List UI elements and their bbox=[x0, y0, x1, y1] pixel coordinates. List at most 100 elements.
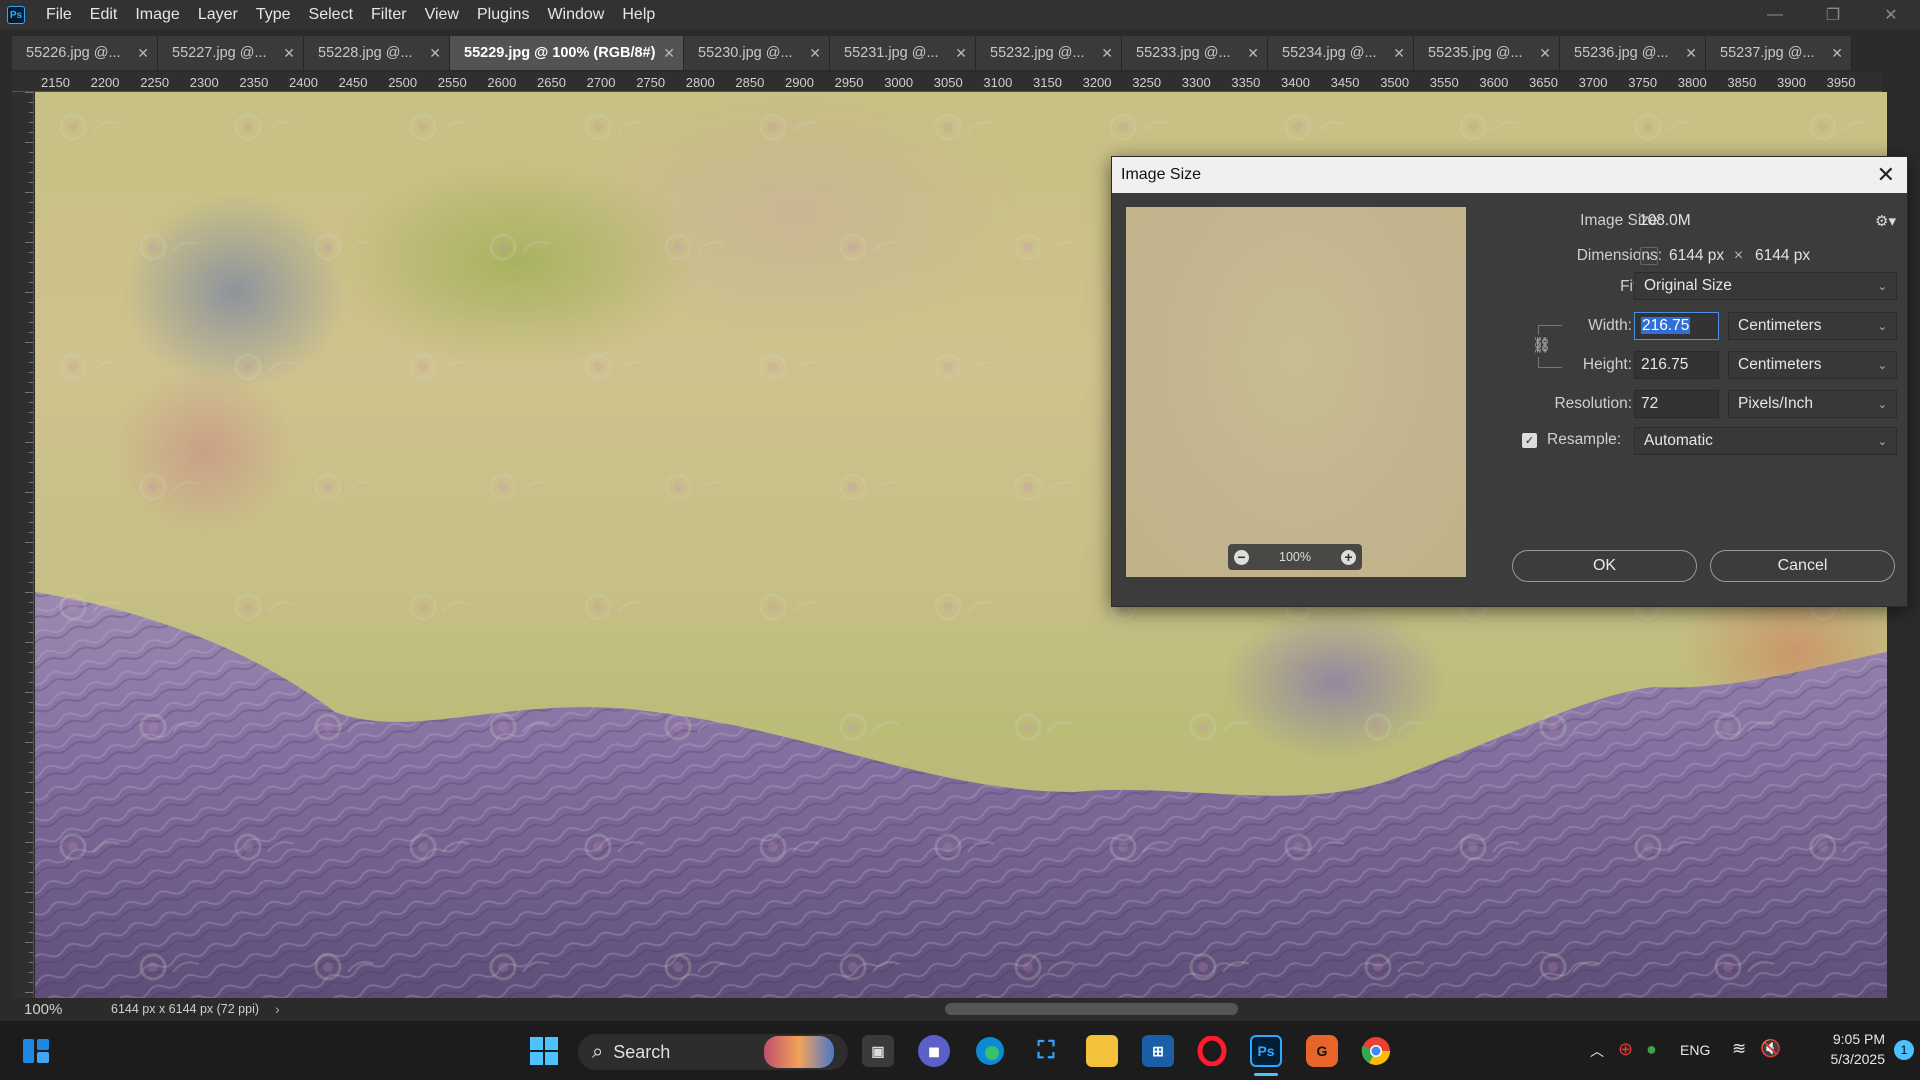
ruler-tick-mark bbox=[29, 322, 33, 323]
document-tab[interactable]: 55227.jpg @... ✕ bbox=[158, 36, 304, 70]
ruler-tick-mark bbox=[29, 972, 33, 973]
ruler-tick-mark bbox=[29, 112, 33, 113]
watermark-icon bbox=[660, 462, 730, 512]
snipping-tool-icon[interactable]: ⛶ bbox=[1030, 1035, 1062, 1067]
menu-help[interactable]: Help bbox=[613, 0, 664, 30]
tab-close-icon[interactable]: ✕ bbox=[1685, 45, 1697, 62]
height-field[interactable]: 216.75 bbox=[1634, 351, 1719, 379]
document-tab[interactable]: 55233.jpg @... ✕ bbox=[1122, 36, 1268, 70]
widgets-icon[interactable] bbox=[20, 1035, 52, 1067]
document-tab[interactable]: 55237.jpg @... ✕ bbox=[1706, 36, 1852, 70]
fit-to-dropdown[interactable]: Original Size ⌄ bbox=[1634, 272, 1897, 300]
start-icon[interactable] bbox=[528, 1035, 560, 1067]
opera-icon[interactable] bbox=[1196, 1035, 1228, 1067]
resample-dropdown[interactable]: Automatic ⌄ bbox=[1634, 427, 1897, 455]
dialog-titlebar[interactable]: Image Size ✕ bbox=[1112, 157, 1907, 193]
menu-type[interactable]: Type bbox=[247, 0, 300, 30]
width-field[interactable]: 216.75 bbox=[1634, 312, 1719, 340]
document-tab-active[interactable]: 55229.jpg @ 100% (RGB/8#) ✕ bbox=[450, 36, 684, 70]
menu-view[interactable]: View bbox=[416, 0, 468, 30]
ruler-tick-mark bbox=[29, 902, 33, 903]
notification-badge[interactable]: 1 bbox=[1894, 1040, 1914, 1060]
horizontal-scroll-thumb[interactable] bbox=[945, 1003, 1238, 1015]
ruler-tick-mark bbox=[29, 252, 33, 253]
close-window-icon[interactable]: ✕ bbox=[1862, 0, 1920, 30]
ruler-tick-mark bbox=[29, 402, 33, 403]
clock-time[interactable]: 9:05 PM bbox=[1805, 1031, 1885, 1047]
document-tab[interactable]: 55235.jpg @... ✕ bbox=[1414, 36, 1560, 70]
edge-icon[interactable] bbox=[974, 1035, 1006, 1067]
document-tab[interactable]: 55232.jpg @... ✕ bbox=[976, 36, 1122, 70]
resolution-field[interactable]: 72 bbox=[1634, 390, 1719, 418]
horizontal-ruler[interactable]: 2150 2200 2250 2300 2350 2400 2450 2500 2550 2600… bbox=[12, 72, 1882, 92]
tab-close-icon[interactable]: ✕ bbox=[429, 45, 441, 62]
document-tab[interactable]: 55226.jpg @... ✕ bbox=[12, 36, 158, 70]
search-label: Search bbox=[613, 1041, 671, 1062]
link-icon[interactable]: ⛓ bbox=[1532, 335, 1551, 357]
menu-layer[interactable]: Layer bbox=[189, 0, 247, 30]
zoom-out-icon[interactable]: − bbox=[1234, 549, 1249, 565]
task-view-icon[interactable]: ▣ bbox=[862, 1035, 894, 1067]
language-indicator[interactable]: ENG bbox=[1680, 1042, 1710, 1058]
zoom-in-icon[interactable]: + bbox=[1340, 549, 1356, 565]
menu-image[interactable]: Image bbox=[126, 0, 188, 30]
menu-window[interactable]: Window bbox=[538, 0, 613, 30]
image-preview[interactable]: − 100% + bbox=[1126, 207, 1466, 577]
volume-muted-icon[interactable]: 🔇 bbox=[1760, 1039, 1781, 1059]
teams-chat-icon[interactable]: ◼ bbox=[918, 1035, 950, 1067]
clock-date[interactable]: 5/3/2025 bbox=[1805, 1051, 1886, 1067]
tab-close-icon[interactable]: ✕ bbox=[955, 45, 967, 62]
vpn-icon[interactable]: ⊕ bbox=[1618, 1039, 1633, 1060]
menu-select[interactable]: Select bbox=[300, 0, 362, 30]
dimensions-label: Dimensions: bbox=[1576, 247, 1662, 264]
horizontal-scrollbar[interactable] bbox=[310, 1003, 1880, 1015]
photoshop-logo-icon[interactable]: Ps bbox=[7, 6, 25, 24]
tab-close-icon[interactable]: ✕ bbox=[1539, 45, 1551, 62]
resample-checkbox[interactable]: ✓ bbox=[1522, 433, 1537, 448]
document-tab[interactable]: 55234.jpg @... ✕ bbox=[1268, 36, 1414, 70]
minimize-icon[interactable]: — bbox=[1746, 0, 1804, 30]
zoom-level[interactable]: 100% bbox=[0, 1001, 75, 1018]
status-menu-arrow-icon[interactable]: › bbox=[275, 1001, 305, 1017]
width-unit-dropdown[interactable]: Centimeters ⌄ bbox=[1728, 312, 1897, 340]
wifi-icon[interactable]: ≋ bbox=[1732, 1039, 1746, 1059]
document-tab[interactable]: 55228.jpg @... ✕ bbox=[304, 36, 450, 70]
resolution-unit-dropdown[interactable]: Pixels/Inch ⌄ bbox=[1728, 390, 1897, 418]
tab-close-icon[interactable]: ✕ bbox=[1247, 45, 1259, 62]
tab-close-icon[interactable]: ✕ bbox=[1393, 45, 1405, 62]
close-icon[interactable]: ✕ bbox=[1877, 164, 1895, 186]
menu-plugins[interactable]: Plugins bbox=[468, 0, 538, 30]
chrome-icon[interactable] bbox=[1360, 1035, 1392, 1067]
document-tab[interactable]: 55230.jpg @... ✕ bbox=[684, 36, 830, 70]
height-unit-dropdown[interactable]: Centimeters ⌄ bbox=[1728, 351, 1897, 379]
vertical-ruler[interactable] bbox=[12, 92, 34, 998]
tab-close-icon[interactable]: ✕ bbox=[809, 45, 821, 62]
restore-icon[interactable]: ❐ bbox=[1804, 0, 1862, 30]
file-explorer-icon[interactable] bbox=[1086, 1035, 1118, 1067]
tab-close-icon[interactable]: ✕ bbox=[283, 45, 295, 62]
ok-button[interactable]: OK bbox=[1512, 550, 1697, 582]
ruler-tick-label: 2600 bbox=[487, 75, 517, 90]
tab-close-icon[interactable]: ✕ bbox=[1831, 45, 1843, 62]
document-tab[interactable]: 55236.jpg @... ✕ bbox=[1560, 36, 1706, 70]
tab-close-icon[interactable]: ✕ bbox=[663, 45, 675, 62]
grammarly-icon[interactable]: G bbox=[1306, 1035, 1338, 1067]
chevron-up-icon[interactable]: ︿ bbox=[1590, 1041, 1604, 1061]
store-icon[interactable]: ⊞ bbox=[1142, 1035, 1174, 1067]
dimensions-dropdown-icon[interactable]: ⌄ bbox=[1640, 247, 1658, 265]
watermark-icon bbox=[930, 342, 1000, 392]
photoshop-taskbar-icon[interactable]: Ps bbox=[1250, 1035, 1282, 1067]
cancel-button[interactable]: Cancel bbox=[1710, 550, 1895, 582]
taskbar-search[interactable]: ⌕ Search bbox=[578, 1034, 848, 1070]
watermark-icon bbox=[1010, 942, 1080, 992]
tab-close-icon[interactable]: ✕ bbox=[137, 45, 149, 62]
ruler-tick-mark bbox=[29, 262, 33, 263]
menu-filter[interactable]: Filter bbox=[362, 0, 416, 30]
menu-file[interactable]: File bbox=[37, 0, 81, 30]
tab-close-icon[interactable]: ✕ bbox=[1101, 45, 1113, 62]
app-tray-icon[interactable]: ● bbox=[1646, 1039, 1657, 1060]
document-tab[interactable]: 55231.jpg @... ✕ bbox=[830, 36, 976, 70]
menu-edit[interactable]: Edit bbox=[81, 0, 127, 30]
tab-label: 55234.jpg @... bbox=[1282, 45, 1377, 61]
gear-icon[interactable]: ⚙▾ bbox=[1875, 212, 1896, 230]
